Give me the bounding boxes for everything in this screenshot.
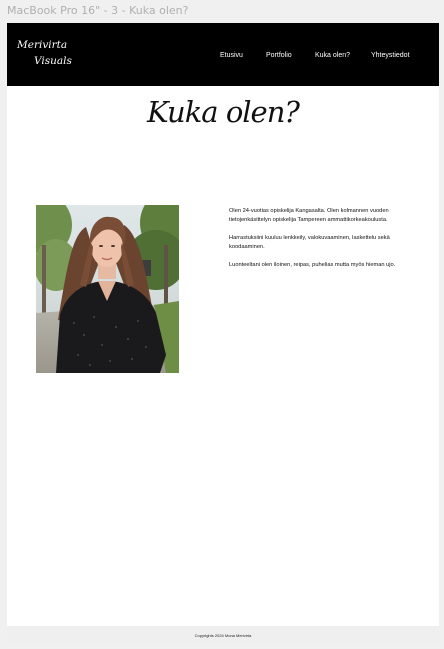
page-title: Kuka olen?: [147, 95, 300, 129]
site-logo[interactable]: Merivirta Visuals: [17, 39, 77, 73]
nav-link-yhteystiedot[interactable]: Yhteystiedot: [371, 52, 410, 59]
bio-text: Olen 24-vuotias opiskelija Kangasalta. O…: [229, 207, 401, 279]
nav-link-etusivu[interactable]: Etusivu: [220, 52, 243, 59]
portrait-photo: [36, 205, 179, 373]
site-footer: Copyrights 2024 Mona Merivirta: [7, 626, 439, 645]
logo-line-2: Visuals: [34, 55, 72, 67]
bio-paragraph: Luonteeltani olen iloinen, reipas, puhel…: [229, 262, 396, 268]
nav-link-kuka-olen[interactable]: Kuka olen?: [315, 52, 350, 59]
logo-line-1: Merivirta: [17, 39, 68, 51]
page-artboard: Merivirta Visuals Etusivu Portfolio Kuka…: [7, 23, 439, 645]
bio-paragraph: Harrastuksiini kuuluu lenkkeily, valokuv…: [229, 235, 390, 250]
site-header: Merivirta Visuals Etusivu Portfolio Kuka…: [7, 23, 439, 86]
frame-label: MacBook Pro 16" - 3 - Kuka olen?: [7, 4, 189, 17]
nav-link-portfolio[interactable]: Portfolio: [266, 52, 292, 59]
copyright-text: Copyrights 2024 Mona Merivirta: [194, 633, 252, 638]
bio-paragraph: Olen 24-vuotias opiskelija Kangasalta. O…: [229, 208, 389, 223]
